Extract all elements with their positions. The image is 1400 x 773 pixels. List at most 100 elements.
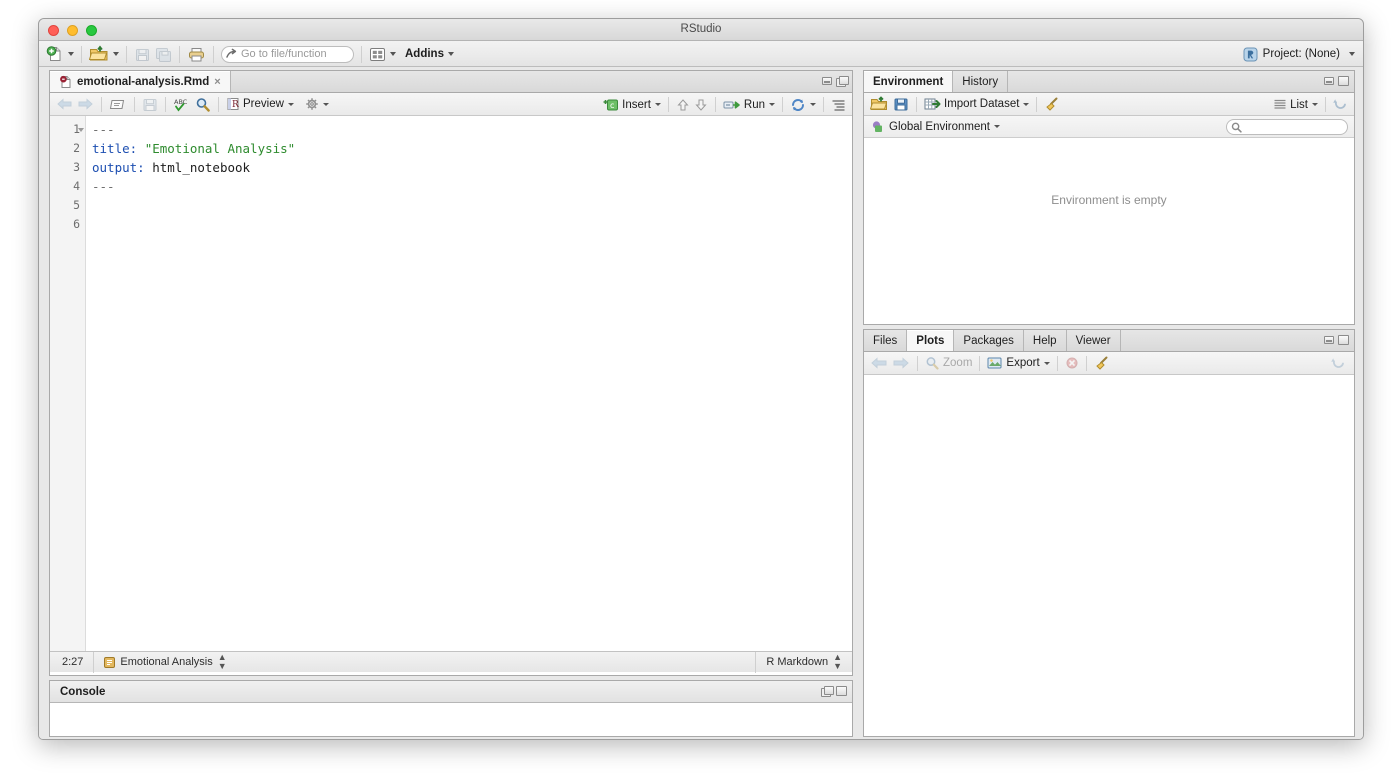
arrow-down-icon — [694, 98, 708, 112]
tab-help[interactable]: Help — [1024, 330, 1067, 351]
save-button[interactable] — [132, 44, 153, 65]
zoom-plot-button[interactable]: Zoom — [923, 356, 974, 370]
previous-plot-button[interactable] — [868, 356, 890, 370]
goto-file-function-input[interactable]: Go to file/function — [221, 46, 354, 63]
save-document-button[interactable] — [140, 97, 160, 112]
rmarkdown-file-icon — [59, 75, 73, 89]
insert-chunk-button[interactable]: c Insert — [601, 98, 663, 112]
console-window-controls — [821, 686, 847, 696]
gear-icon — [305, 97, 319, 111]
refresh-environment-button[interactable] — [1331, 97, 1350, 112]
next-plot-button[interactable] — [890, 356, 912, 370]
pane-layout-button[interactable] — [367, 44, 398, 65]
view-mode-label: List — [1290, 99, 1308, 111]
file-type-updown-icon: ▲▼ — [833, 653, 842, 671]
file-type-selector[interactable]: R Markdown ▲▼ — [756, 653, 852, 671]
global-environment-label: Global Environment — [889, 121, 990, 133]
goto-file-placeholder: Go to file/function — [241, 48, 327, 60]
load-workspace-button[interactable] — [868, 96, 891, 112]
save-workspace-button[interactable] — [891, 97, 911, 112]
minimize-pane-button[interactable] — [1324, 336, 1334, 344]
next-chunk-button[interactable] — [692, 98, 710, 112]
environment-search-input[interactable] — [1226, 119, 1348, 135]
addins-button[interactable]: Addins — [398, 44, 456, 65]
export-caret-icon — [1044, 362, 1050, 365]
forward-button[interactable] — [75, 97, 96, 111]
tab-packages[interactable]: Packages — [954, 330, 1024, 351]
export-label: Export — [1006, 357, 1039, 369]
source-tab-emotional-analysis[interactable]: emotional-analysis.Rmd × — [50, 71, 231, 92]
source-window-controls — [822, 76, 847, 86]
tab-plots[interactable]: Plots — [907, 330, 954, 351]
forward-arrow-icon — [77, 97, 94, 111]
export-icon — [987, 356, 1003, 370]
svg-text:ABC: ABC — [174, 98, 188, 106]
tab-files[interactable]: Files — [864, 330, 907, 351]
preview-button[interactable]: R Preview — [224, 97, 296, 111]
open-file-button[interactable] — [87, 44, 121, 65]
back-arrow-icon — [56, 97, 73, 111]
gutter-line-number: 2 — [73, 141, 80, 155]
tab-viewer[interactable]: Viewer — [1067, 330, 1121, 351]
find-replace-button[interactable] — [193, 97, 213, 112]
insert-caret-icon — [655, 103, 661, 106]
tab-environment[interactable]: Environment — [864, 71, 953, 92]
files-tabbar: Files Plots Packages Help Viewer — [864, 330, 1354, 352]
source-tab-close-icon[interactable]: × — [214, 76, 220, 88]
arrow-up-icon — [676, 98, 690, 112]
clear-workspace-button[interactable] — [1042, 97, 1062, 112]
document-outline-button[interactable] — [829, 98, 848, 112]
export-plot-button[interactable]: Export — [985, 356, 1051, 370]
scope-selector[interactable]: Emotional Analysis ▲▼ — [94, 653, 236, 671]
tab-files-label: Files — [873, 335, 897, 347]
console-restore-button[interactable] — [821, 686, 832, 696]
environment-body: Environment is empty — [864, 138, 1354, 324]
maximize-pane-button[interactable] — [836, 76, 847, 86]
global-environment-caret-icon — [994, 125, 1000, 128]
import-dataset-button[interactable]: Import Dataset — [922, 97, 1031, 111]
new-file-button[interactable] — [44, 44, 76, 65]
save-all-button[interactable] — [153, 44, 174, 65]
window-title: RStudio — [39, 23, 1363, 35]
run-button[interactable]: Run — [721, 98, 777, 112]
plots-body[interactable] — [864, 375, 1354, 716]
save-workspace-icon — [893, 97, 909, 112]
source-pane: emotional-analysis.Rmd × — [49, 70, 853, 676]
code-line: --- — [92, 122, 115, 137]
previous-chunk-button[interactable] — [674, 98, 692, 112]
refresh-icon — [1331, 356, 1346, 371]
rerun-button[interactable] — [788, 98, 818, 112]
settings-caret-icon — [323, 103, 329, 106]
back-button[interactable] — [54, 97, 75, 111]
rerun-icon — [790, 98, 806, 112]
toolbar-separator — [101, 97, 102, 112]
file-type-label: R Markdown — [766, 656, 828, 668]
global-environment-selector[interactable]: Global Environment — [869, 120, 1002, 134]
toolbar-separator — [134, 97, 135, 112]
plots-toolbar: Zoom Export — [864, 352, 1354, 375]
code-fold-marker[interactable] — [78, 128, 84, 132]
refresh-plot-button[interactable] — [1329, 356, 1348, 371]
project-icon — [1243, 47, 1258, 62]
insert-label: Insert — [622, 99, 651, 111]
print-button[interactable] — [185, 44, 208, 65]
code-editor[interactable]: 123456 ---title: "Emotional Analysis"out… — [50, 116, 852, 651]
clear-plots-button[interactable] — [1092, 356, 1112, 371]
remove-plot-button[interactable] — [1063, 356, 1081, 370]
show-in-new-window-button[interactable] — [107, 97, 129, 112]
minimize-pane-button[interactable] — [1324, 77, 1334, 85]
toolbar-separator — [668, 97, 669, 112]
project-caret-icon[interactable] — [1349, 52, 1355, 56]
gutter-line-number: 6 — [73, 217, 80, 231]
code-token-plain: html_notebook — [152, 160, 250, 175]
tab-plots-label: Plots — [916, 335, 944, 347]
console-maximize-button[interactable] — [836, 686, 847, 696]
view-mode-button[interactable]: List — [1271, 98, 1320, 111]
console-output[interactable] — [50, 703, 852, 736]
document-settings-button[interactable] — [303, 97, 331, 111]
maximize-pane-button[interactable] — [1338, 76, 1349, 86]
minimize-pane-button[interactable] — [822, 77, 832, 85]
tab-history[interactable]: History — [953, 71, 1008, 92]
spellcheck-button[interactable]: ABC — [171, 97, 193, 112]
maximize-pane-button[interactable] — [1338, 335, 1349, 345]
